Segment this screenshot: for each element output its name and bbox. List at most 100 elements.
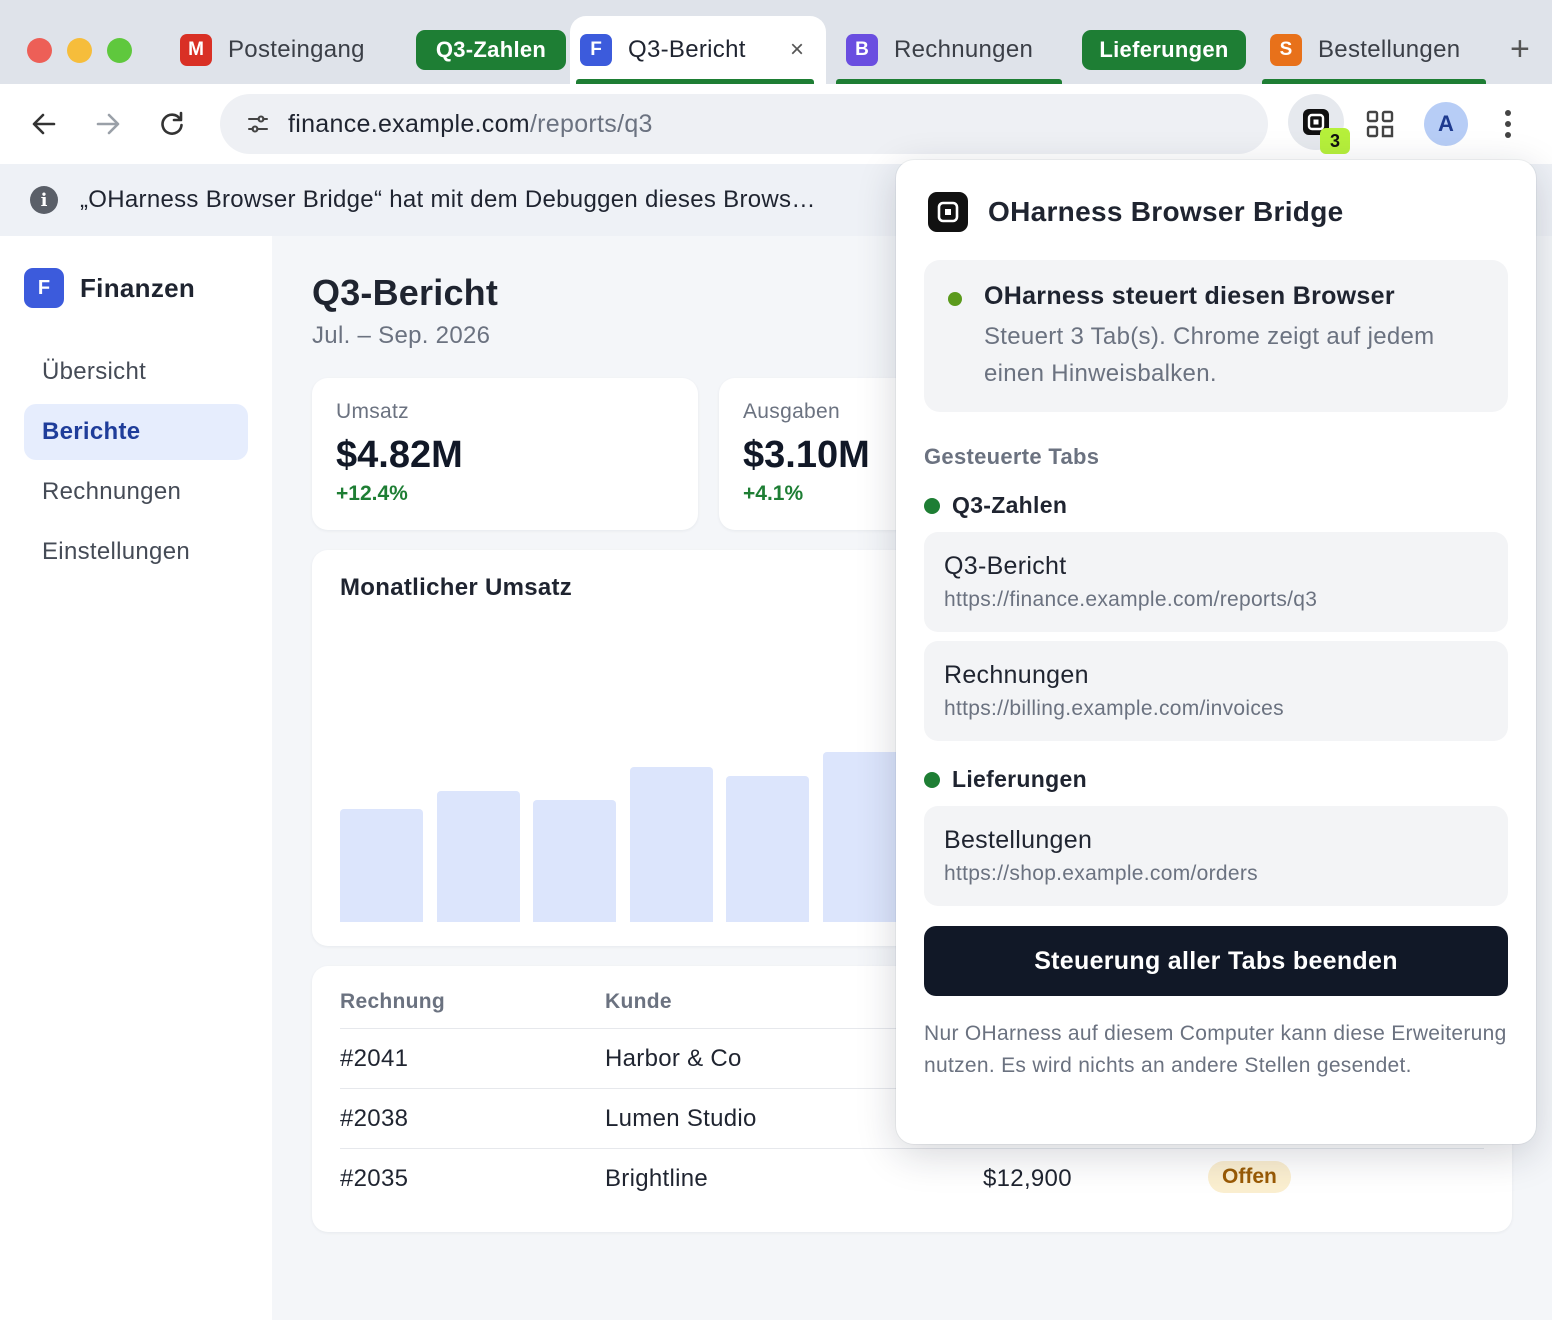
- browser-toolbar: finance.example.com/reports/q3 A: [0, 84, 1552, 164]
- oharness-extension-popup: OHarness Browser Bridge OHarness steuert…: [896, 160, 1536, 1144]
- invoice-customer: Harbor & Co: [605, 1045, 742, 1072]
- stop-controlling-all-tabs-button[interactable]: Steuerung aller Tabs beenden: [924, 926, 1508, 996]
- app-name: Finanzen: [80, 272, 196, 303]
- popup-header: OHarness Browser Bridge: [928, 192, 1343, 232]
- arrow-right-icon: [96, 113, 120, 135]
- logo-mark-icon: [937, 201, 959, 223]
- kpi-value: $4.82M: [336, 434, 463, 476]
- sidebar-item-rechnungen[interactable]: Rechnungen: [24, 464, 248, 520]
- puzzle-icon: [1366, 110, 1394, 138]
- group-color-dot-icon: [924, 771, 940, 788]
- tab-q3-bericht[interactable]: F Q3-Bericht ×: [570, 16, 826, 84]
- chart-bar-5: [726, 776, 810, 922]
- invoice-amount: $12,900: [983, 1165, 1072, 1192]
- controlled-tab-title: Rechnungen: [944, 661, 1089, 689]
- group-color-dot-icon: [924, 497, 940, 514]
- popup-title: OHarness Browser Bridge: [988, 196, 1344, 227]
- controlled-tab-title: Q3-Bericht: [944, 552, 1067, 580]
- gmail-favicon-icon: M: [180, 34, 212, 66]
- shop-favicon-icon: S: [1270, 34, 1302, 66]
- app-brand[interactable]: F Finanzen: [24, 268, 195, 308]
- chart-title: Monatlicher Umsatz: [340, 574, 573, 601]
- control-status-box: OHarness steuert diesen Browser Steuert …: [924, 260, 1508, 412]
- url-text[interactable]: finance.example.com/reports/q3: [288, 110, 653, 139]
- infobar-text: „OHarness Browser Bridge“ hat mit dem De…: [80, 186, 816, 213]
- oharness-logo-icon: [928, 192, 968, 232]
- tab-group-heading-q3-zahlen: Q3-Zahlen: [924, 492, 1067, 519]
- invoice-customer: Lumen Studio: [605, 1105, 757, 1132]
- address-bar[interactable]: finance.example.com/reports/q3: [220, 94, 1268, 154]
- tab-posteingang[interactable]: M Posteingang: [170, 16, 390, 84]
- tab-bestellungen[interactable]: S Bestellungen: [1260, 16, 1486, 84]
- back-button[interactable]: [24, 104, 64, 144]
- sidebar-item-einstellungen[interactable]: Einstellungen: [24, 524, 248, 580]
- tab-label: Posteingang: [228, 36, 365, 63]
- arrow-left-icon: [32, 113, 56, 135]
- info-icon: i: [30, 186, 58, 214]
- close-window-button[interactable]: [27, 38, 52, 63]
- menu-dot-icon: [1505, 110, 1511, 116]
- tab-rechnungen[interactable]: B Rechnungen: [836, 16, 1062, 84]
- kpi-value: $3.10M: [743, 434, 870, 476]
- site-settings-icon[interactable]: [246, 112, 270, 136]
- kpi-label: Umsatz: [336, 400, 409, 423]
- app-sidebar: F Finanzen Übersicht Berichte Rechnungen…: [0, 236, 272, 1320]
- menu-dot-icon: [1505, 132, 1511, 138]
- controlled-tab-bestellungen[interactable]: Bestellungen https://shop.example.com/or…: [924, 806, 1508, 906]
- invoice-id: #2038: [340, 1105, 409, 1132]
- kpi-card-umsatz: Umsatz $4.82M +12.4%: [312, 378, 698, 530]
- sidebar-item-uebersicht[interactable]: Übersicht: [24, 344, 248, 400]
- controlled-tab-url: https://shop.example.com/orders: [944, 862, 1258, 885]
- forward-button[interactable]: [88, 104, 128, 144]
- chart-bar-4: [629, 767, 713, 922]
- chart-bar-3: [533, 800, 617, 922]
- active-status-dot-icon: [948, 292, 962, 306]
- controlled-tab-q3-bericht[interactable]: Q3-Bericht https://finance.example.com/r…: [924, 532, 1508, 632]
- finance-favicon-icon: F: [580, 34, 612, 66]
- sidebar-item-berichte[interactable]: Berichte: [24, 404, 248, 460]
- chart-bar-2: [436, 791, 520, 922]
- reload-button[interactable]: [152, 104, 192, 144]
- tab-strip: M Posteingang Q3-Zahlen F Q3-Bericht × B…: [0, 0, 1552, 84]
- billing-favicon-icon: B: [846, 34, 878, 66]
- tab-group-chip-lieferungen[interactable]: Lieferungen: [1082, 30, 1246, 70]
- close-tab-icon[interactable]: ×: [790, 36, 804, 64]
- page-subtitle: Jul. – Sep. 2026: [312, 322, 491, 349]
- chart-bar-6: [823, 752, 906, 922]
- extension-badge: 3: [1320, 128, 1350, 154]
- menu-dot-icon: [1505, 121, 1511, 127]
- minimize-window-button[interactable]: [67, 38, 92, 63]
- tab-group-heading-lieferungen: Lieferungen: [924, 766, 1087, 793]
- new-tab-button[interactable]: +: [1510, 30, 1530, 69]
- browser-menu-button[interactable]: [1496, 108, 1520, 140]
- invoice-id: #2035: [340, 1165, 409, 1192]
- invoice-customer: Brightline: [605, 1165, 709, 1192]
- table-row[interactable]: #2035 Brightline $12,900 Offen: [340, 1148, 1484, 1208]
- controlled-tab-url: https://billing.example.com/invoices: [944, 697, 1284, 720]
- tab-label: Bestellungen: [1318, 36, 1461, 63]
- group-name: Q3-Zahlen: [952, 492, 1068, 518]
- column-header-kunde: Kunde: [605, 990, 672, 1013]
- reload-icon: [161, 111, 183, 135]
- profile-avatar[interactable]: A: [1424, 102, 1468, 146]
- controlled-tab-url: https://finance.example.com/reports/q3: [944, 588, 1318, 611]
- status-badge: Offen: [1208, 1161, 1291, 1193]
- controlled-tab-title: Bestellungen: [944, 826, 1093, 854]
- group-name: Lieferungen: [952, 766, 1087, 792]
- tab-group-chip-q3-zahlen[interactable]: Q3-Zahlen: [416, 30, 566, 70]
- kpi-label: Ausgaben: [743, 400, 840, 423]
- url-path: /reports/q3: [529, 109, 653, 138]
- page-title: Q3-Bericht: [312, 272, 499, 313]
- kpi-delta: +12.4%: [336, 482, 408, 505]
- controlled-tabs-heading: Gesteuerte Tabs: [924, 444, 1100, 469]
- extensions-menu-button[interactable]: [1364, 108, 1396, 140]
- finance-logo-icon: F: [24, 268, 64, 308]
- maximize-window-button[interactable]: [107, 38, 132, 63]
- kpi-delta: +4.1%: [743, 482, 804, 505]
- status-description: Steuert 3 Tab(s). Chrome zeigt auf jedem…: [984, 323, 1435, 387]
- url-host: finance.example.com: [288, 109, 530, 138]
- controlled-tab-rechnungen[interactable]: Rechnungen https://billing.example.com/i…: [924, 641, 1508, 741]
- tab-label: Q3-Bericht: [628, 36, 746, 63]
- privacy-note: Nur OHarness auf diesem Computer kann di…: [924, 1022, 1507, 1077]
- chart-bar-1: [340, 809, 423, 922]
